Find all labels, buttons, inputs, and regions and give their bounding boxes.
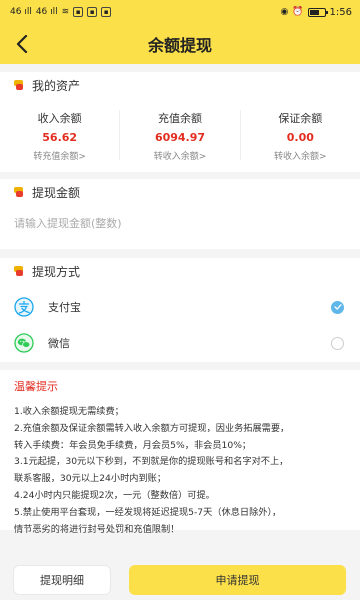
status-bar: 46 ıll 46 ıll ≋ ▪ ▪ ▪ ◉ ⏰ 1:56 — [0, 0, 360, 24]
section-icon — [14, 266, 23, 276]
withdraw-detail-button[interactable]: 提现明细 — [13, 565, 111, 595]
asset-deposit: 保证余额 0.00 转收入余额> — [241, 110, 360, 162]
notice-title: 温馨提示 — [14, 380, 58, 393]
page-title: 余额提现 — [147, 36, 212, 55]
status-right: ◉ ⏰ 1:56 — [280, 7, 352, 18]
battery-icon — [307, 7, 328, 17]
assets-title: 我的资产 — [32, 78, 81, 93]
notice-card: 温馨提示 1.收入余额提现无需续费； 2.充值余额及保证余额需转入收入余额方可提… — [0, 370, 360, 535]
transfer-link[interactable]: 转充值余额> — [33, 149, 86, 162]
notice-item: 情节恶劣的将进行封号处罚和充值限制！ — [14, 523, 180, 535]
chevron-left-icon — [16, 35, 28, 53]
amount-header: 提现金额 — [0, 179, 360, 205]
method-label: 微信 — [48, 337, 70, 350]
method-option-wechat[interactable]: 微信 — [0, 328, 360, 358]
radio-checked[interactable] — [331, 300, 344, 314]
asset-row: 收入余额 56.62 转充值余额> 充值余额 6094.97 转收入余额> 保证… — [0, 110, 360, 162]
bottom-bar: 提现明细 申请提现 — [0, 560, 360, 600]
assets-card: 我的资产 收入余额 56.62 转充值余额> 充值余额 6094.97 转收入余… — [0, 72, 360, 172]
alarm-icon: ⏰ — [292, 6, 304, 17]
asset-value: 56.62 — [42, 131, 78, 144]
signal-icon: 46 ıll — [10, 6, 32, 17]
radio-unchecked[interactable] — [331, 336, 344, 350]
app-notification-icon: ▪ — [87, 7, 98, 17]
status-left: 46 ıll 46 ıll ≋ ▪ ▪ ▪ — [10, 6, 112, 17]
eye-icon: ◉ — [280, 6, 289, 17]
notice-item: 1.收入余额提现无需续费； — [14, 406, 124, 417]
shield-notification-icon: ▪ — [101, 7, 112, 17]
asset-label: 收入余额 — [37, 112, 82, 125]
signal-icon-2: 46 ıll — [35, 6, 58, 17]
assets-header: 我的资产 — [0, 72, 360, 98]
apply-withdraw-button[interactable]: 申请提现 — [129, 565, 346, 595]
transfer-link[interactable]: 转收入余额> — [154, 149, 207, 162]
method-header: 提现方式 — [0, 258, 360, 284]
notice-item: 2.充值余额及保证余额需转入收入余额方可提现，因业务拓展需要， — [14, 422, 290, 434]
wifi-icon: ≋ — [61, 6, 70, 17]
method-card: 提现方式 支付宝 微信 — [0, 258, 360, 362]
notice-item: 4.24小时内只能提现2次，一元（整数倍）可提。 — [14, 489, 215, 501]
alipay-icon — [14, 297, 34, 317]
asset-income: 收入余额 56.62 转充值余额> — [0, 110, 121, 162]
method-option-alipay[interactable]: 支付宝 — [0, 292, 360, 322]
asset-recharge: 充值余额 6094.97 转收入余额> — [120, 110, 241, 162]
method-label: 支付宝 — [48, 301, 81, 314]
asset-label: 保证余额 — [278, 112, 323, 125]
asset-label: 充值余额 — [157, 112, 202, 125]
notice-item: 5.禁止使用平台套现，一经发现将延迟提现5-7天（休息日除外）， — [14, 506, 282, 518]
check-icon — [333, 304, 342, 310]
status-time: 1:56 — [329, 6, 352, 18]
method-title: 提现方式 — [32, 264, 81, 279]
wechat-icon — [14, 333, 34, 353]
notice-item: 转入手续费：年会员免手续费，月会员5%，非会员10%； — [14, 439, 252, 451]
notice-item: 联系客服，30元以上24小时内到账； — [14, 473, 167, 485]
asset-value: 0.00 — [286, 131, 314, 144]
nav-bar: 余额提现 — [0, 24, 360, 64]
asset-value: 6094.97 — [154, 131, 206, 144]
amount-card: 提现金额 — [0, 179, 360, 249]
amount-input[interactable] — [14, 217, 346, 230]
section-icon — [14, 80, 23, 90]
back-button[interactable] — [8, 30, 36, 58]
notice-item: 3.1元起提，30元以下秒到，不到就是你的提现账号和名字对不上， — [14, 456, 289, 468]
transfer-link[interactable]: 转收入余额> — [274, 149, 327, 162]
section-icon — [14, 187, 23, 197]
notification-icon: ▪ — [73, 7, 84, 17]
amount-title: 提现金额 — [32, 185, 81, 200]
